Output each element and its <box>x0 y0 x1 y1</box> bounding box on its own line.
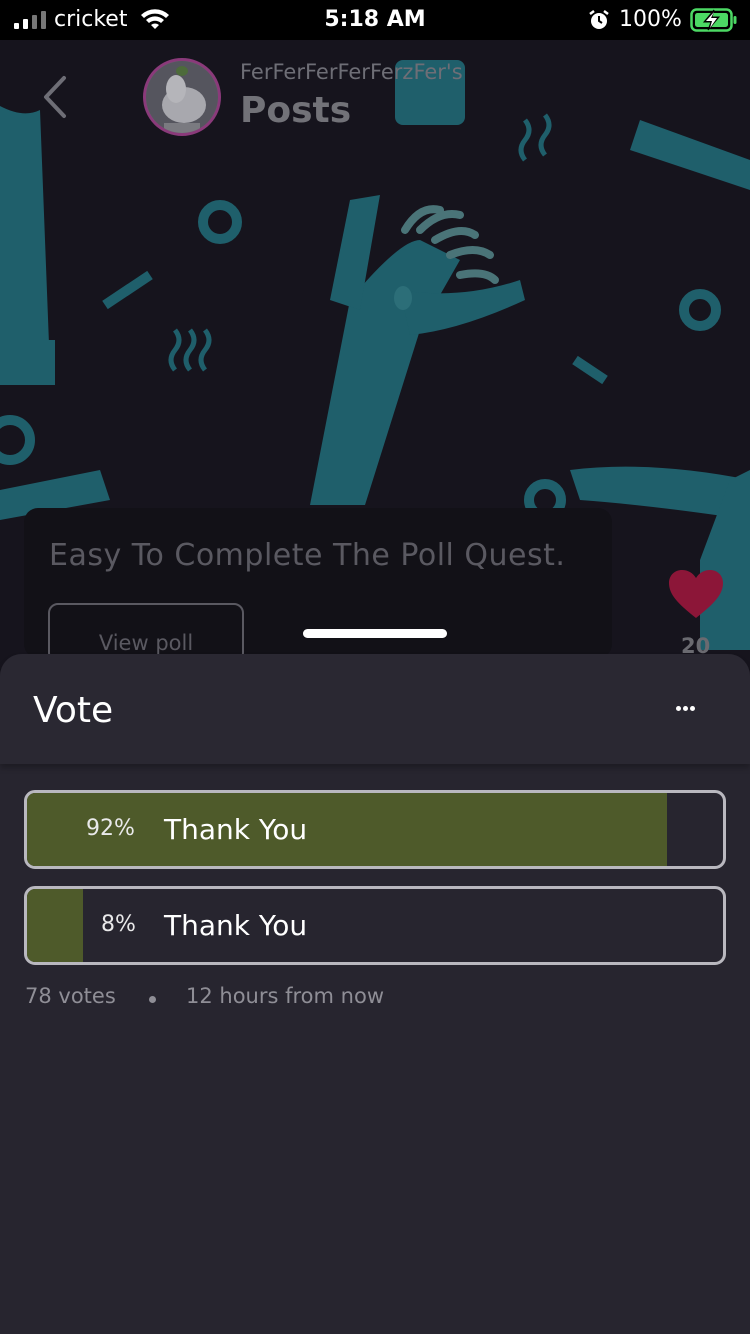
avatar[interactable] <box>143 58 221 136</box>
more-dots-icon[interactable] <box>672 702 700 716</box>
poll-option-1-percent: 92% <box>86 816 135 841</box>
poll-option-2-fill <box>27 889 83 962</box>
sheet-header: Vote <box>0 654 750 764</box>
poll-option-2-percent: 8% <box>101 912 136 937</box>
poll-option-2[interactable]: 8% Thank You <box>24 886 726 965</box>
poll-option-1-label: Thank You <box>164 813 308 846</box>
poll-option-1[interactable]: 92% Thank You <box>24 790 726 869</box>
alarm-icon <box>589 10 609 29</box>
avatar-image <box>146 61 218 133</box>
vote-count: 78 votes <box>25 984 116 1008</box>
back-chevron-icon[interactable] <box>38 72 78 122</box>
sheet-grabber[interactable] <box>303 629 447 638</box>
battery-percent: 100% <box>619 7 682 32</box>
separator-dot <box>149 996 156 1003</box>
post-text: Easy To Complete The Poll Quest. <box>49 538 566 573</box>
heart-icon[interactable] <box>667 568 725 620</box>
battery-charging-icon <box>690 8 737 32</box>
poll-time-remaining: 12 hours from now <box>186 984 384 1008</box>
sheet-title: Vote <box>33 690 114 731</box>
post-owner-name[interactable]: FerFerFerFerFerzFer's <box>240 60 463 84</box>
status-bar: cricket 5:18 AM 100% <box>0 0 750 40</box>
poll-option-2-label: Thank You <box>164 909 308 942</box>
page-title: Posts <box>240 90 352 131</box>
